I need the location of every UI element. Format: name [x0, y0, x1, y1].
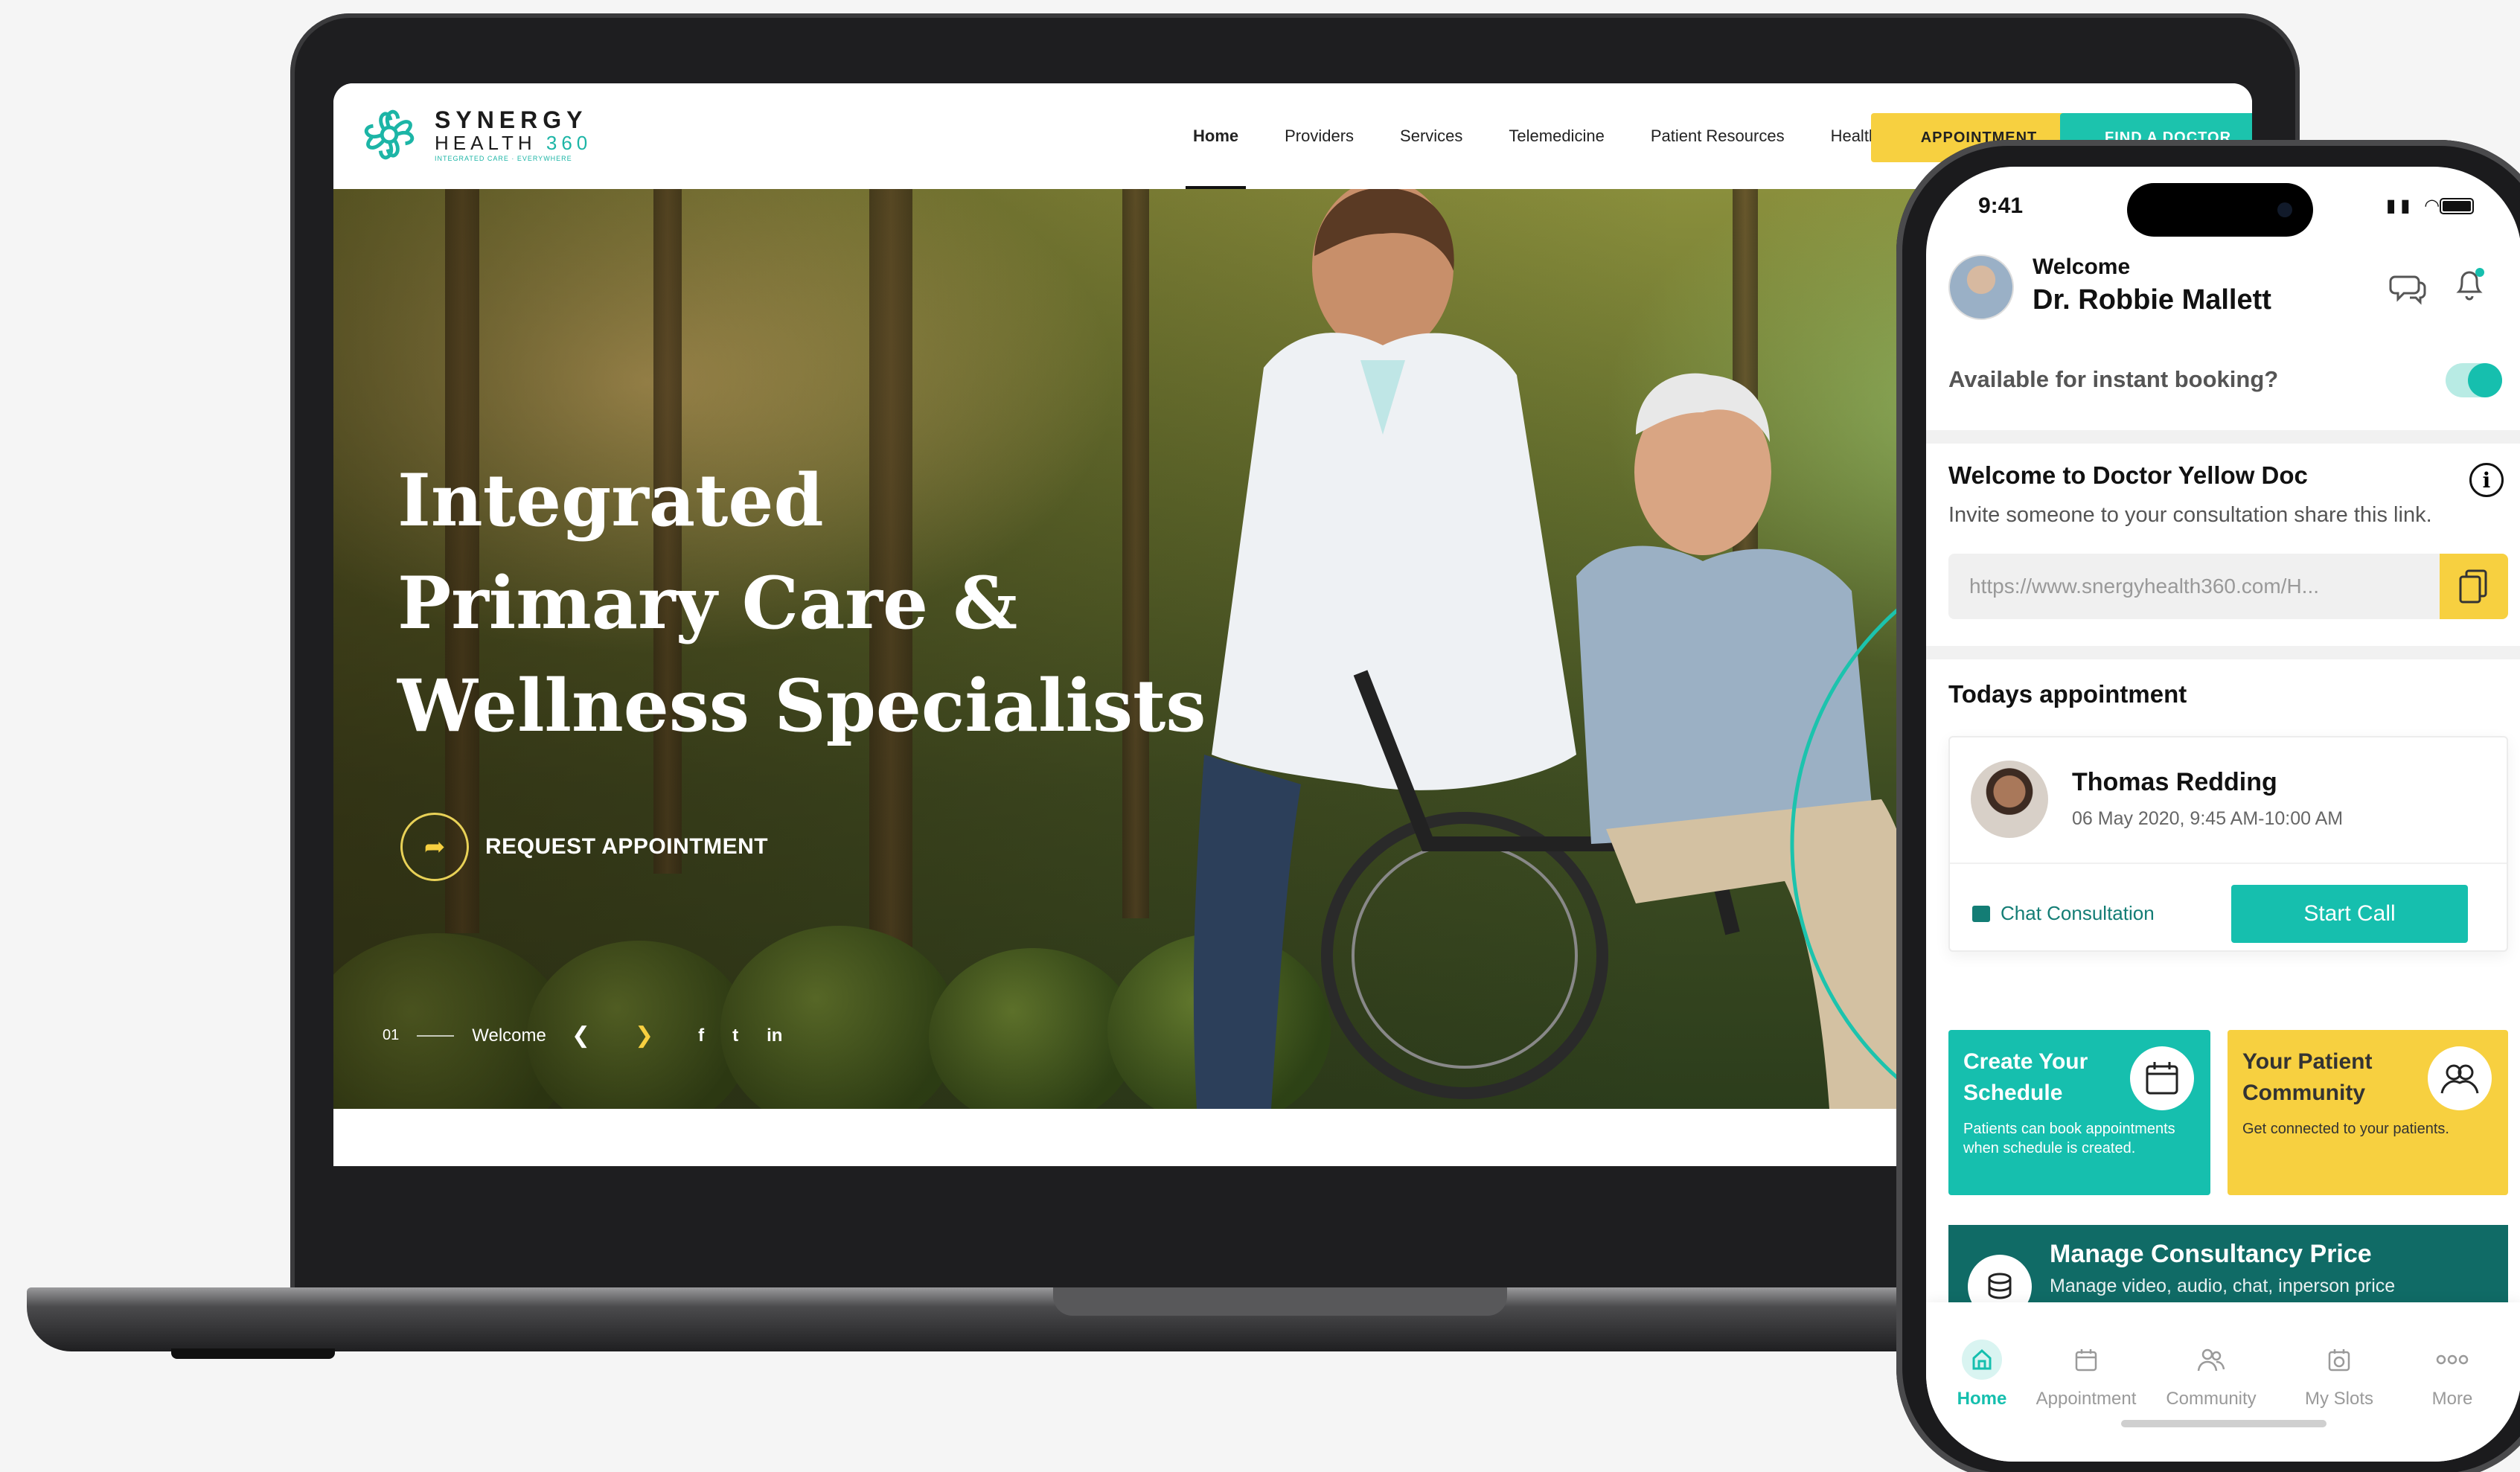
patient-community-card[interactable]: Your Patient Community Get connected to … [2228, 1030, 2508, 1195]
manage-consultancy-price-banner[interactable]: Manage Consultancy Price Manage video, a… [1948, 1225, 2508, 1319]
hero-slider-controls: 01 Welcome ❮ ❯ f t in [383, 1023, 810, 1049]
availability-label: Available for instant booking? [1948, 366, 2279, 392]
tile-subtitle: Get connected to your patients. [2242, 1121, 2449, 1137]
divider [1926, 430, 2520, 444]
patient-avatar [1971, 761, 2048, 838]
facebook-icon[interactable]: f [698, 1025, 704, 1046]
slots-icon [2319, 1340, 2359, 1380]
battery-icon [2440, 198, 2474, 214]
chat-consultation-link[interactable]: Chat Consultation [1972, 902, 2155, 925]
logo-flower-icon [364, 109, 415, 160]
logo-tagline: INTEGRATED CARE · EVERYWHERE [435, 154, 572, 162]
hero-title-line: Integrated [397, 458, 824, 543]
tab-more[interactable]: More [2396, 1340, 2508, 1409]
invite-subtitle: Invite someone to your consultation shar… [1948, 503, 2432, 527]
tab-home[interactable]: Home [1926, 1340, 2038, 1409]
tile-title: Create Your Schedule [1963, 1049, 2088, 1105]
tile-title: Your Patient Community [2242, 1049, 2373, 1105]
logo-wordmark-line2: HEALTH [435, 131, 537, 154]
status-time: 9:41 [1978, 193, 2024, 218]
create-schedule-card[interactable]: Create Your Schedule Patients can book a… [1948, 1030, 2210, 1195]
chat-consultation-label: Chat Consultation [2001, 902, 2155, 924]
info-icon[interactable]: i [2469, 463, 2504, 497]
calendar-icon [2130, 1046, 2194, 1110]
phone-screen: 9:41 ▮▮ ◠ Welcome Dr. Robbie Mallett Ava… [1926, 167, 2520, 1462]
divider [1926, 646, 2520, 659]
nav-home[interactable]: Home [1185, 83, 1247, 189]
slide-line [417, 1034, 455, 1037]
linkedin-icon[interactable]: in [767, 1025, 782, 1046]
prev-slide-icon[interactable]: ❮ [572, 1023, 590, 1049]
slide-number: 01 [383, 1027, 400, 1043]
home-indicator [2121, 1420, 2326, 1427]
community-icon [2428, 1046, 2492, 1110]
bell-icon[interactable] [2452, 265, 2487, 304]
start-call-button[interactable]: Start Call [2231, 885, 2468, 943]
request-appointment-button[interactable]: ➦ REQUEST APPOINTMENT [400, 813, 768, 881]
chat-icon [1972, 905, 1990, 922]
camera-dot [2277, 202, 2292, 217]
copy-icon [2459, 569, 2487, 604]
calendar-icon [2066, 1340, 2106, 1380]
welcome-label: Welcome [2033, 255, 2131, 279]
chat-bubbles-icon[interactable] [2389, 269, 2426, 307]
tab-label: Community [2166, 1389, 2257, 1409]
hero-title-line: Primary Care & [397, 561, 1018, 645]
nav-services[interactable]: Services [1400, 83, 1462, 189]
home-icon [1962, 1340, 2002, 1380]
doctor-name: Dr. Robbie Mallett [2033, 284, 2271, 316]
logo-number: 360 [546, 131, 592, 154]
signal-wifi-icon: ▮▮ ◠ [2386, 196, 2445, 216]
request-appointment-label: REQUEST APPOINTMENT [485, 834, 769, 859]
twitter-icon[interactable]: t [732, 1025, 738, 1046]
availability-toggle[interactable] [2446, 363, 2502, 397]
manage-subtitle: Manage video, audio, chat, inperson pric… [2050, 1276, 2396, 1296]
nav-telemedicine[interactable]: Telemedicine [1509, 83, 1604, 189]
patient-name: Thomas Redding [2072, 768, 2277, 796]
todays-appointment-title: Todays appointment [1948, 680, 2187, 708]
next-slide-icon[interactable]: ❯ [635, 1023, 653, 1049]
avatar[interactable] [1948, 255, 2014, 320]
tab-appointment[interactable]: Appointment [2030, 1340, 2142, 1409]
bottom-tab-bar: Home Appointment Community My Slots More [1926, 1302, 2520, 1462]
slide-label: Welcome [472, 1025, 546, 1046]
more-icon [2432, 1340, 2472, 1380]
site-logo[interactable]: SYNERGY HEALTH 360 INTEGRATED CARE · EVE… [353, 98, 592, 171]
nav-providers[interactable]: Providers [1285, 83, 1354, 189]
laptop-foot [171, 1348, 335, 1359]
manage-title: Manage Consultancy Price [2050, 1240, 2372, 1268]
tab-label: My Slots [2304, 1389, 2373, 1409]
logo-wordmark: SYNERGY [435, 106, 588, 133]
toggle-knob [2468, 363, 2502, 397]
hero-title: Integrated Primary Care & Wellness Speci… [397, 449, 1216, 758]
copy-link-button[interactable] [2440, 554, 2508, 619]
dynamic-island [2127, 183, 2313, 237]
tab-label: Home [1957, 1389, 2007, 1409]
invite-title: Welcome to Doctor Yellow Doc [1948, 461, 2308, 489]
tab-community[interactable]: Community [2155, 1340, 2267, 1409]
tab-label: Appointment [2035, 1389, 2137, 1409]
community-icon [2191, 1340, 2231, 1380]
tab-my-slots[interactable]: My Slots [2283, 1340, 2395, 1409]
card-divider [1950, 863, 2507, 864]
nav-patient-resources[interactable]: Patient Resources [1651, 83, 1785, 189]
tab-label: More [2431, 1389, 2473, 1409]
appointment-time: 06 May 2020, 9:45 AM-10:00 AM [2072, 808, 2344, 829]
hero-title-line: Wellness Specialists [397, 664, 1206, 748]
tile-subtitle: Patients can book appointments when sche… [1963, 1121, 2175, 1156]
laptop-notch [1053, 1287, 1507, 1316]
share-arrow-icon: ➦ [400, 813, 469, 881]
invite-link-field[interactable]: https://www.snergyhealth360.com/H... [1948, 554, 2440, 619]
